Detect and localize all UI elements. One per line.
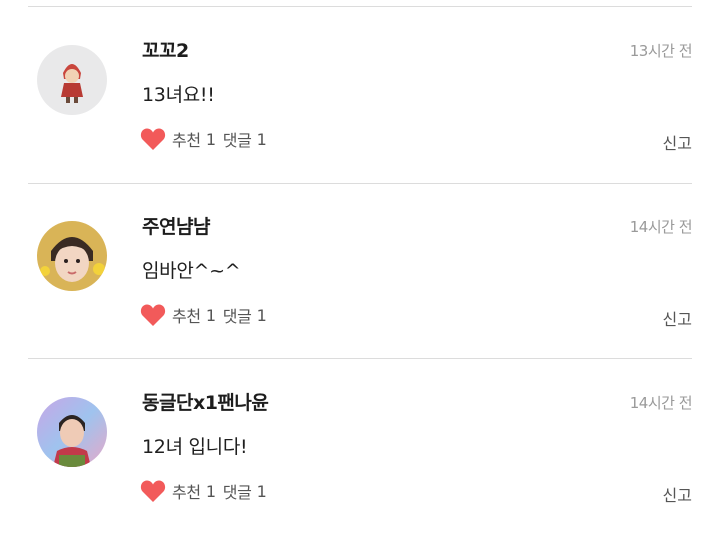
reply-label[interactable]: 댓글: [223, 127, 252, 151]
divider: [28, 6, 692, 7]
comment-item: 주연냠냠 14시간 전 임바안^~^ 추천 1 댓글 1 신고: [0, 184, 708, 360]
heart-icon[interactable]: [140, 303, 166, 327]
comment-text: 12녀 입니다!: [142, 436, 248, 458]
comment-text: 임바안^~^: [142, 260, 241, 282]
reply-count: 1: [256, 481, 267, 501]
timestamp: 14시간 전: [629, 218, 693, 236]
username[interactable]: 꼬꼬2: [142, 36, 189, 63]
comment-text: 13녀요!!: [142, 84, 215, 106]
like-label[interactable]: 추천: [172, 479, 201, 503]
heart-icon[interactable]: [140, 127, 166, 151]
reply-count: 1: [256, 305, 267, 325]
comment-item: 동글단x1팬나윤 14시간 전 12녀 입니다! 추천 1 댓글 1 신고: [0, 360, 708, 536]
like-count: 1: [205, 481, 216, 501]
comment-item: 꼬꼬2 13시간 전 13녀요!! 추천 1 댓글 1 신고: [0, 8, 708, 184]
timestamp: 13시간 전: [629, 42, 693, 60]
heart-icon[interactable]: [140, 479, 166, 503]
like-label[interactable]: 추천: [172, 127, 201, 151]
avatar[interactable]: [37, 45, 107, 115]
divider: [28, 358, 692, 359]
like-count: 1: [205, 305, 216, 325]
comment-actions: 추천 1 댓글 1: [140, 302, 267, 328]
comment-actions: 추천 1 댓글 1: [140, 478, 267, 504]
username[interactable]: 주연냠냠: [142, 212, 210, 239]
reply-count: 1: [256, 129, 267, 149]
username[interactable]: 동글단x1팬나윤: [142, 388, 269, 415]
avatar[interactable]: [37, 221, 107, 291]
comment-actions: 추천 1 댓글 1: [140, 126, 267, 152]
reply-label[interactable]: 댓글: [223, 303, 252, 327]
report-button[interactable]: 신고: [663, 482, 692, 506]
avatar[interactable]: [37, 397, 107, 467]
report-button[interactable]: 신고: [663, 306, 692, 330]
report-button[interactable]: 신고: [663, 130, 692, 154]
like-count: 1: [205, 129, 216, 149]
like-label[interactable]: 추천: [172, 303, 201, 327]
reply-label[interactable]: 댓글: [223, 479, 252, 503]
timestamp: 14시간 전: [629, 394, 693, 412]
